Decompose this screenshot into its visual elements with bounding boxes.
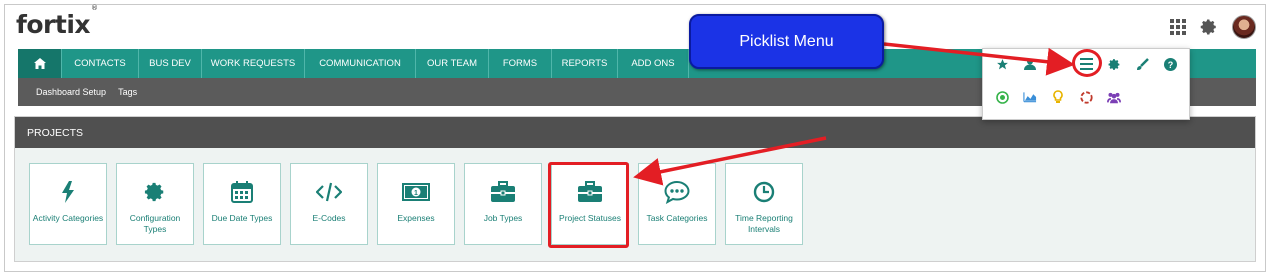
picklist-menu-callout: Picklist Menu: [689, 14, 884, 69]
arrow-to-project-statuses: [633, 136, 827, 186]
arrow-to-list-menu: [883, 42, 1075, 76]
annotation-arrows: [633, 42, 1075, 186]
